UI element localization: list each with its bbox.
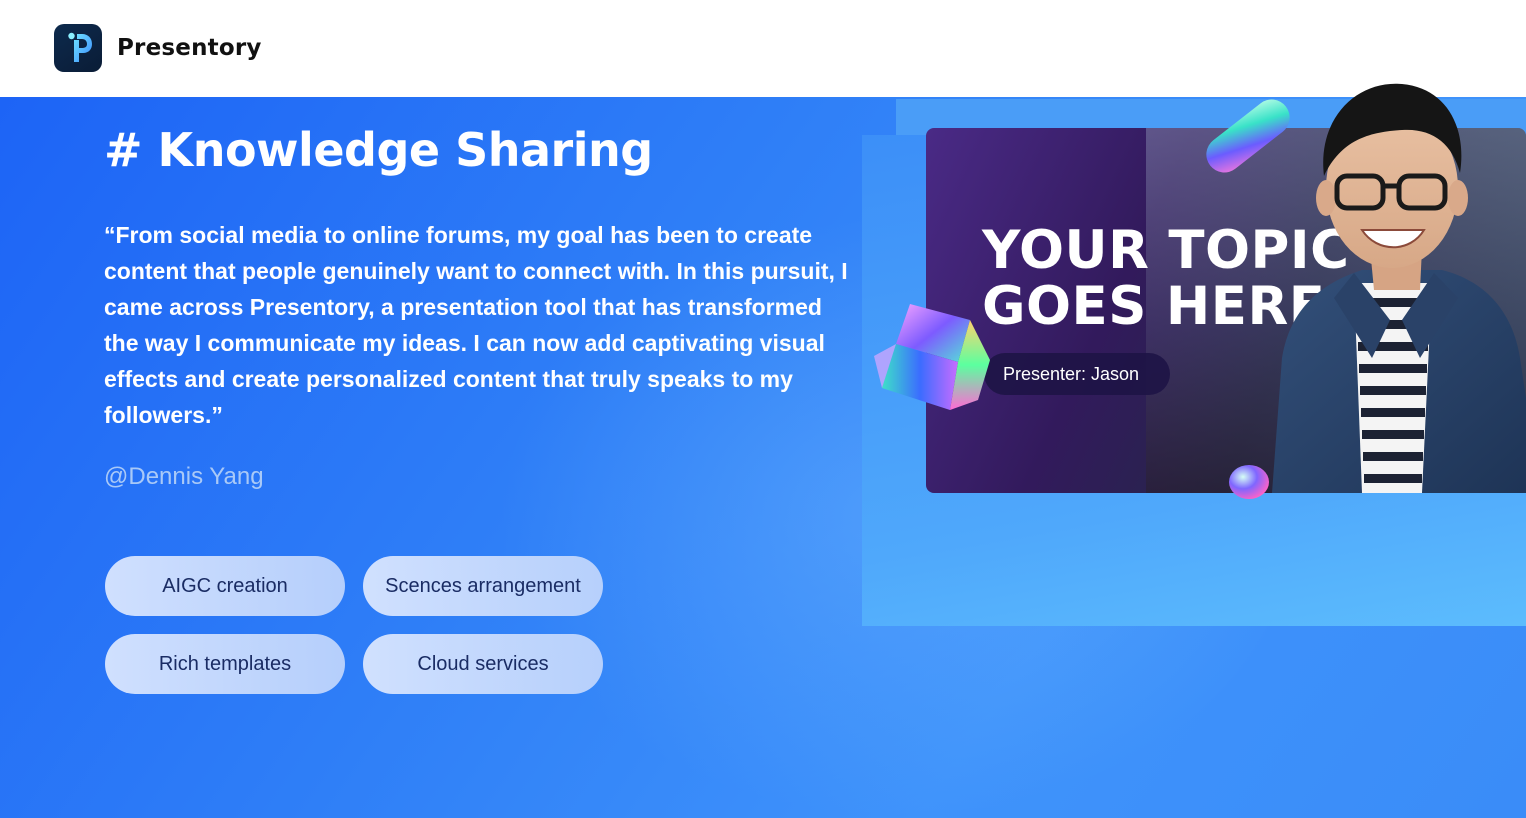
feature-tag-aigc-creation[interactable]: AIGC creation: [105, 556, 345, 616]
feature-tag-cloud-services[interactable]: Cloud services: [363, 634, 603, 694]
iridescent-cube-icon: [874, 304, 990, 410]
feature-tag-rich-templates[interactable]: Rich templates: [105, 634, 345, 694]
presenter-badge: Presenter: Jason: [984, 353, 1170, 395]
section-heading: # Knowledge Sharing: [104, 123, 653, 177]
testimonial-author: @Dennis Yang: [104, 463, 264, 490]
iridescent-orb-icon: [1229, 465, 1269, 499]
brand-name[interactable]: Presentory: [117, 35, 262, 61]
testimonial-quote: “From social media to online forums, my …: [104, 222, 848, 428]
iridescent-capsule-icon: [1206, 99, 1290, 173]
presentory-logo-icon[interactable]: [54, 24, 102, 72]
feature-tag-scences-arrangement[interactable]: Scences arrangement: [363, 556, 603, 616]
